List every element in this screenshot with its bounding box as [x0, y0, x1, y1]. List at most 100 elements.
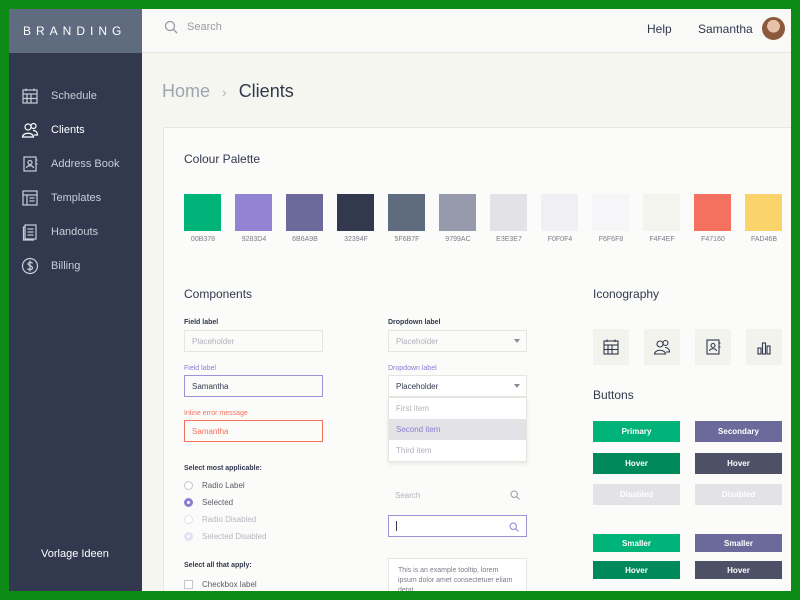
icon-tile-calendar: [593, 329, 629, 365]
buttons-heading: Buttons: [593, 388, 634, 402]
color-swatch: [286, 194, 323, 231]
primary-button[interactable]: Primary: [593, 421, 680, 442]
color-swatch: [439, 194, 476, 231]
address-book-icon: [23, 156, 38, 172]
color-swatch-label: F4F4EF: [649, 236, 675, 243]
calendar-icon: [22, 88, 38, 104]
caret-down-icon: [514, 339, 520, 343]
error-label: Inline error message: [184, 410, 248, 417]
secondary-button-hover[interactable]: Hover: [695, 453, 782, 474]
checkbox-box: [184, 580, 193, 589]
search-placeholder: Search: [395, 490, 421, 500]
dropdown-option[interactable]: Third item: [389, 440, 526, 461]
secondary-button-small-hover[interactable]: Hover: [695, 561, 782, 579]
text-input-error[interactable]: Samantha: [184, 420, 323, 442]
sidebar-item-clients[interactable]: Clients: [9, 113, 142, 147]
sidebar-item-templates[interactable]: Templates: [9, 181, 142, 215]
components-heading: Components: [184, 287, 253, 301]
color-swatch-label: 6B6A9B: [292, 236, 318, 243]
sidebar-item-label: Schedule: [51, 90, 97, 102]
user-name[interactable]: Samantha: [698, 22, 753, 36]
sidebar-footer-text: Vorlage Ideen: [41, 548, 109, 560]
avatar[interactable]: [762, 17, 785, 40]
color-swatch-label: FAD46B: [750, 236, 778, 243]
radio-default[interactable]: Radio Label: [184, 481, 245, 490]
sidebar-item-handouts[interactable]: Handouts: [9, 215, 142, 249]
color-swatch: [643, 194, 680, 231]
sidebar-item-schedule[interactable]: Schedule: [9, 79, 142, 113]
sidebar-item-label: Handouts: [51, 226, 99, 238]
text-input-default[interactable]: Placeholder: [184, 330, 323, 352]
color-swatch-label: 9283D4: [241, 236, 267, 243]
users-icon: [21, 122, 39, 138]
color-swatch-label: 32394F: [344, 236, 368, 243]
sidebar-nav: Schedule Clients Address Book Templates …: [9, 79, 142, 283]
primary-button-small[interactable]: Smaller: [593, 534, 680, 552]
icon-tile-bar-chart: [746, 329, 782, 365]
top-search-placeholder: Search: [187, 21, 222, 33]
tooltip: This is an example tooltip, lorem ipsum …: [388, 558, 527, 591]
radio-label: Selected: [202, 498, 234, 507]
sidebar-item-label: Address Book: [51, 158, 120, 170]
dropdown-option[interactable]: First item: [389, 398, 526, 419]
breadcrumb-home[interactable]: Home: [162, 81, 210, 102]
radio-label: Radio Disabled: [202, 515, 257, 524]
sidebar-item-label: Clients: [51, 124, 85, 136]
dropdown-label-active: Dropdown label: [388, 365, 437, 372]
radio-circle: [184, 515, 193, 524]
caret-down-icon: [514, 384, 520, 388]
style-guide-card: Colour Palette 00B378 9283D4 6B6A9B 32394F 5…: [163, 127, 791, 591]
dropdown-open[interactable]: Placeholder: [388, 375, 527, 397]
color-swatch: [694, 194, 731, 231]
color-swatch-label: F0F0F4: [547, 236, 573, 243]
search-input[interactable]: Search: [388, 484, 527, 506]
dropdown-value: Placeholder: [396, 336, 439, 346]
primary-button-disabled: Disabled: [593, 484, 680, 505]
primary-button-small-hover[interactable]: Hover: [593, 561, 680, 579]
templates-icon: [22, 190, 38, 206]
users-icon: [653, 339, 671, 355]
page-title: Clients: [238, 81, 294, 101]
color-swatch-label: 9799AC: [445, 236, 471, 243]
sidebar: BRANDING Schedule Clients Address Book T…: [9, 9, 142, 591]
dropdown-default[interactable]: Placeholder: [388, 330, 527, 352]
color-swatch: [235, 194, 272, 231]
color-swatch-label: 5F6B7F: [394, 236, 420, 243]
dropdown-label: Dropdown label: [388, 319, 441, 326]
brand-logo: BRANDING: [9, 9, 142, 53]
secondary-button-small[interactable]: Smaller: [695, 534, 782, 552]
radio-selected[interactable]: Selected: [184, 498, 233, 507]
top-search[interactable]: Search: [164, 20, 222, 34]
chevron-right-icon: ›: [222, 83, 227, 100]
sidebar-item-address-book[interactable]: Address Book: [9, 147, 142, 181]
checkbox[interactable]: Checkbox label: [184, 580, 257, 589]
icon-tile-users: [644, 329, 680, 365]
search-icon: [164, 20, 178, 34]
text-input-focused[interactable]: Samantha: [184, 375, 323, 397]
color-swatch-label: F47160: [701, 236, 725, 243]
app-frame: BRANDING Schedule Clients Address Book T…: [9, 9, 791, 591]
help-link[interactable]: Help: [647, 22, 672, 36]
radio-circle: [184, 532, 193, 541]
color-swatch: [184, 194, 221, 231]
sidebar-item-label: Templates: [51, 192, 102, 204]
sidebar-item-billing[interactable]: Billing: [9, 249, 142, 283]
checkbox-group-title: Select all that apply:: [184, 562, 252, 569]
secondary-button-disabled: Disabled: [695, 484, 782, 505]
search-icon: [509, 522, 519, 532]
text-cursor: [396, 521, 397, 531]
radio-label: Selected Disabled: [202, 532, 267, 541]
color-swatch: [337, 194, 374, 231]
secondary-button[interactable]: Secondary: [695, 421, 782, 442]
radio-circle: [184, 481, 193, 490]
radio-disabled: Radio Disabled: [184, 515, 256, 524]
radio-selected-disabled: Selected Disabled: [184, 532, 266, 541]
radio-group-title: Select most applicable:: [184, 465, 262, 472]
search-input-focused[interactable]: [388, 515, 527, 537]
primary-button-hover[interactable]: Hover: [593, 453, 680, 474]
dollar-icon: [21, 257, 39, 275]
color-swatch: [388, 194, 425, 231]
address-book-icon: [706, 339, 721, 355]
search-icon: [510, 490, 520, 500]
dropdown-option-selected[interactable]: Second item: [389, 419, 526, 440]
